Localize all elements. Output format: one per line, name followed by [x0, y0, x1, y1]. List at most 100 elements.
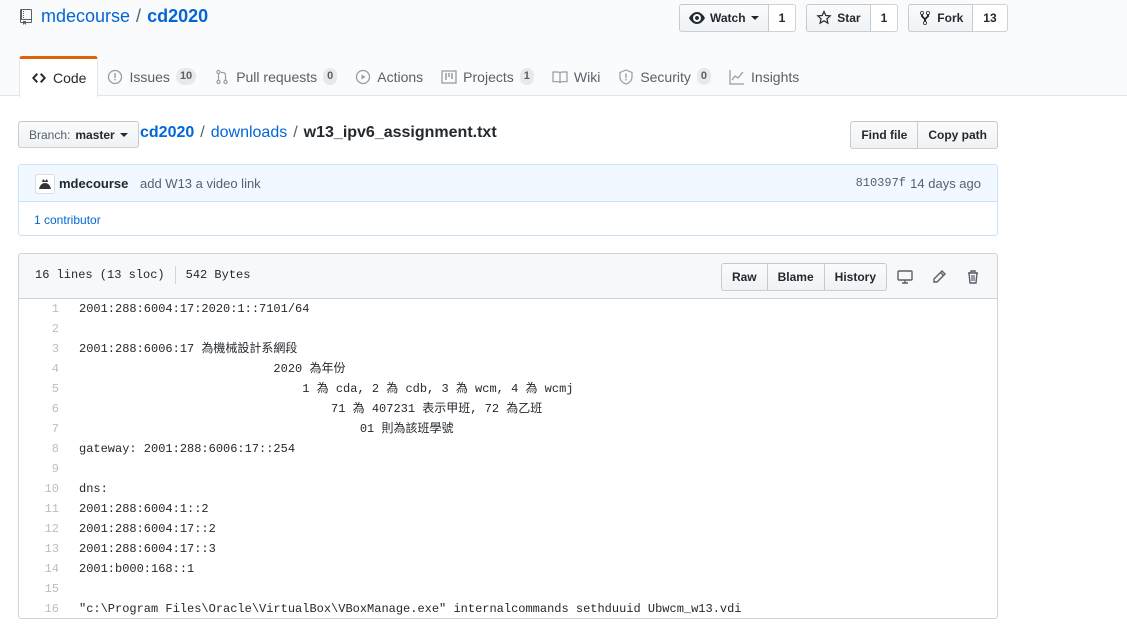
pulls-counter: 0: [323, 67, 338, 86]
commit-message-link[interactable]: add W13 a video link: [140, 176, 261, 191]
code-line: 5 1 為 cda, 2 為 cdb, 3 為 wcm, 4 為 wcmj: [19, 379, 997, 399]
line-number[interactable]: 16: [19, 599, 69, 618]
history-button[interactable]: History: [824, 263, 887, 291]
commit-summary: mdecourse add W13 a video link 810397f 1…: [19, 165, 997, 202]
star-button[interactable]: Star: [806, 4, 871, 32]
line-number[interactable]: 15: [19, 579, 69, 599]
line-number[interactable]: 5: [19, 379, 69, 399]
line-number[interactable]: 11: [19, 499, 69, 519]
repo-owner-link[interactable]: mdecourse: [41, 6, 130, 27]
code-line: 1 2001:288:6004:17:2020:1::7101/64: [19, 299, 997, 319]
code-line: 12 2001:288:6004:17::2: [19, 519, 997, 539]
line-number[interactable]: 13: [19, 539, 69, 559]
line-number[interactable]: 9: [19, 459, 69, 479]
line-number[interactable]: 1: [19, 299, 69, 319]
repo-title-separator: /: [136, 6, 142, 26]
line-content: 2001:288:6004:17:2020:1::7101/64: [79, 302, 310, 316]
code-line: 4 2020 為年份: [19, 359, 997, 379]
line-content: dns:: [79, 482, 108, 496]
tab-issues[interactable]: Issues 10: [98, 56, 205, 96]
star-count[interactable]: 1: [870, 4, 899, 32]
line-content: [69, 459, 79, 479]
chevron-down-icon: [119, 132, 128, 137]
tab-security[interactable]: Security 0: [609, 56, 720, 96]
watch-group: Watch 1: [679, 4, 797, 32]
code-line: 16 "c:\Program Files\Oracle\VirtualBox\VB…: [19, 599, 997, 618]
branch-label: Branch:: [29, 127, 71, 142]
tab-projects[interactable]: Projects 1: [432, 56, 543, 96]
file-actions: Raw Blame History: [720, 263, 981, 291]
watch-label: Watch: [710, 11, 746, 25]
star-label: Star: [837, 11, 861, 25]
watch-button[interactable]: Watch: [679, 4, 769, 32]
file-info: 16 lines (13 sloc) 542 Bytes: [35, 266, 250, 284]
fork-count[interactable]: 13: [973, 4, 1008, 32]
play-icon: [356, 69, 371, 84]
line-number[interactable]: 10: [19, 479, 69, 499]
line-content: 2001:288:6004:17::2: [79, 522, 216, 536]
tab-wiki[interactable]: Wiki: [543, 56, 609, 96]
line-content: "c:\Program Files\Oracle\VirtualBox\VBox…: [79, 602, 742, 616]
chevron-down-icon: [750, 16, 759, 20]
repo-name-link[interactable]: cd2020: [147, 6, 208, 27]
code-blob: 1 2001:288:6004:17:2020:1::7101/64 2 3 2001:…: [19, 299, 997, 618]
repo-actions: Watch 1 Star 1 Fork 13: [679, 4, 1008, 32]
line-number[interactable]: 6: [19, 399, 69, 419]
tab-code[interactable]: Code: [19, 56, 99, 97]
trash-icon[interactable]: [965, 269, 981, 285]
issue-icon: [108, 69, 123, 84]
code-line: 10 dns:: [19, 479, 997, 499]
fork-button[interactable]: Fork: [908, 4, 974, 32]
file-info-divider: [174, 266, 176, 284]
tab-security-label: Security: [640, 68, 691, 85]
code-line: 14 2001:b000:168::1: [19, 559, 997, 579]
issues-counter: 10: [175, 67, 197, 86]
repo-icon: [20, 8, 32, 25]
find-file-button[interactable]: Find file: [850, 121, 919, 149]
commit-tease: mdecourse add W13 a video link 810397f 1…: [18, 164, 998, 236]
line-content: [69, 579, 79, 599]
line-number[interactable]: 12: [19, 519, 69, 539]
avatar-icon: [39, 179, 51, 189]
raw-button[interactable]: Raw: [720, 263, 768, 291]
line-content: 1 為 cda, 2 為 cdb, 3 為 wcm, 4 為 wcmj: [79, 382, 574, 396]
copy-path-button[interactable]: Copy path: [918, 121, 998, 149]
code-line: 13 2001:288:6004:17::3: [19, 539, 997, 559]
watch-count[interactable]: 1: [768, 4, 797, 32]
line-content: 2001:288:6004:1::2: [79, 502, 209, 516]
code-line: 2: [19, 319, 997, 339]
line-number[interactable]: 3: [19, 339, 69, 359]
line-number[interactable]: 8: [19, 439, 69, 459]
tab-pull-requests-label: Pull requests: [236, 68, 318, 85]
commit-sha-link[interactable]: 810397f: [856, 176, 906, 190]
tab-insights-label: Insights: [751, 68, 800, 85]
tab-actions-label: Actions: [377, 68, 424, 85]
pencil-icon[interactable]: [931, 269, 947, 285]
line-number[interactable]: 7: [19, 419, 69, 439]
tab-projects-label: Projects: [463, 68, 514, 85]
branch-select-button[interactable]: Branch: master: [18, 121, 139, 148]
blame-button[interactable]: Blame: [767, 263, 825, 291]
breadcrumb-folder[interactable]: downloads: [211, 124, 288, 142]
pull-request-icon: [216, 69, 228, 84]
security-counter: 0: [696, 67, 712, 86]
avatar[interactable]: [35, 174, 55, 194]
line-number[interactable]: 4: [19, 359, 69, 379]
line-content: 2001:288:6006:17 為機械設計系網段: [79, 342, 298, 356]
commit-time: 14 days ago: [910, 176, 981, 191]
contributors-link[interactable]: 1 contributor: [34, 213, 101, 227]
desktop-icon[interactable]: [897, 269, 913, 285]
line-number[interactable]: 2: [19, 319, 69, 339]
file-viewer: 16 lines (13 sloc) 542 Bytes Raw Blame H…: [18, 253, 998, 619]
code-line: 11 2001:288:6004:1::2: [19, 499, 997, 519]
tab-code-label: Code: [53, 70, 87, 86]
tab-insights[interactable]: Insights: [720, 56, 808, 96]
commit-author-link[interactable]: mdecourse: [59, 176, 128, 191]
breadcrumb-root[interactable]: cd2020: [140, 124, 194, 142]
line-content: 01 則為該班學號: [79, 422, 454, 436]
tab-actions[interactable]: Actions: [346, 56, 432, 96]
line-number[interactable]: 14: [19, 559, 69, 579]
project-icon: [441, 69, 457, 84]
tab-pull-requests[interactable]: Pull requests 0: [205, 56, 346, 96]
repo-header: mdecourse / cd2020 Watch 1 Star 1 Fork 1: [0, 0, 1127, 97]
